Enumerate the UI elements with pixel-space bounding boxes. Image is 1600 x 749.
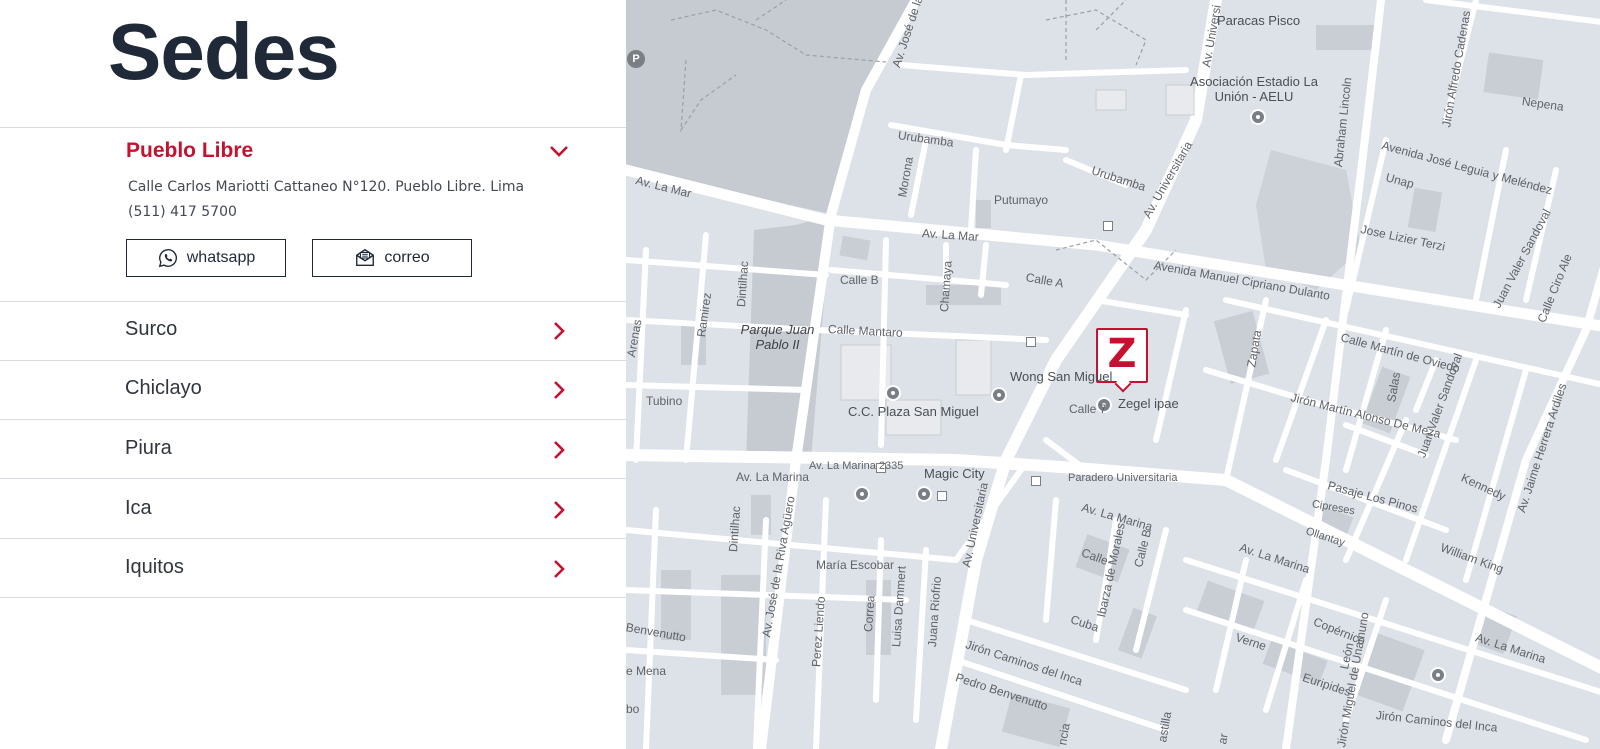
supermarket-icon [991,387,1007,403]
bus-stop-icon [1031,476,1041,486]
map-label: Asociación Estadio La Unión - AELU [1190,74,1318,104]
sede-item-piura[interactable]: Piura [0,421,626,479]
map-label: Calle 7 [1069,402,1107,416]
map-label: C.C. Plaza San Miguel [848,404,979,419]
map-label: Correa [861,594,878,633]
email-button[interactable]: correo [312,239,472,277]
shopping-icon [885,385,901,401]
envelope-icon [356,248,375,267]
sede-item-label: Ica [125,497,152,519]
sede-item-label: Chiclayo [125,377,202,399]
sede-item-label: Surco [125,318,178,340]
email-button-label: correo [384,249,430,266]
page-title: Sedes [108,7,340,96]
chevron-right-icon [554,381,565,399]
map-label: Paradero Universitaria [1068,472,1178,484]
map-label: ar [1215,732,1231,746]
map[interactable]: P Z Paracas Pisco Asociación Estadio La … [626,0,1600,749]
divider [0,127,626,128]
sede-address: Calle Carlos Mariotti Cattaneo N°120. Pu… [128,179,525,195]
chevron-right-icon [554,441,565,459]
map-label: bo [626,702,640,716]
entertainment-icon [854,486,870,502]
map-label: Calle B [840,273,879,287]
sede-item-label: Piura [125,437,172,459]
map-label: Wong San Miguel [1010,369,1113,384]
sede-item-chiclayo[interactable]: Chiclayo [0,361,626,419]
map-label-pin: Zegel ipae [1118,396,1179,411]
divider [0,538,626,539]
sede-item-surco[interactable]: Surco [0,302,626,360]
map-label: Magic City [924,466,985,481]
bus-stop-icon [937,491,947,501]
divider [0,419,626,420]
bus-stop-icon [1103,221,1113,231]
whatsapp-icon [158,249,177,268]
map-label: María Escobar [816,558,895,572]
map-label: Paracas Pisco [1217,13,1301,28]
chevron-down-icon[interactable] [548,142,570,160]
sede-active-title[interactable]: Pueblo Libre [126,139,253,163]
stadium-icon [1250,109,1266,125]
map-label: Putumayo [994,193,1049,207]
map-label: Av. La Marina 2335 [809,460,904,472]
chevron-right-icon [554,322,565,340]
entertainment-icon [916,486,932,502]
map-label-park: Parque Juan Pablo II [740,322,815,352]
sede-item-label: Iquitos [125,556,184,578]
school-icon [1430,667,1446,683]
map-label: Av. La Marina [736,470,809,484]
divider [0,597,626,598]
bus-stop-icon [1026,337,1036,347]
whatsapp-button-label: whatsapp [186,249,256,266]
divider [0,478,626,479]
whatsapp-button[interactable]: whatsapp [126,239,286,277]
map-label: e Mena [626,664,667,678]
parking-icon: P [627,50,645,68]
chevron-right-icon [554,501,565,519]
sedes-panel: Sedes Pueblo Libre Calle Carlos Mariotti… [0,0,626,749]
sede-phone: (511) 417 5700 [128,204,237,220]
sede-item-ica[interactable]: Ica [0,481,626,539]
map-label: Tubino [646,394,683,408]
sede-item-iquitos[interactable]: Iquitos [0,540,626,598]
chevron-right-icon [554,560,565,578]
